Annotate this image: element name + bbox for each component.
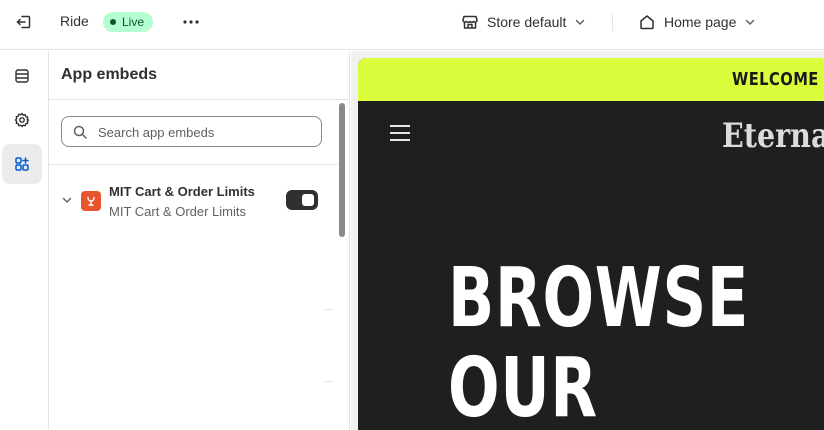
live-status-badge: Live (103, 12, 154, 32)
exit-button[interactable] (12, 11, 36, 33)
rail-app-embeds-button[interactable] (2, 144, 42, 184)
store-selector[interactable]: Store default (461, 10, 586, 34)
panel-scrollbar[interactable] (338, 101, 346, 430)
home-icon (640, 15, 654, 30)
chevron-down-icon (576, 19, 585, 25)
chevron-down-icon[interactable] (61, 194, 73, 206)
left-rail (0, 51, 49, 430)
search-icon (73, 125, 87, 139)
app-logo-icon (81, 191, 101, 211)
panel-header: App embeds (49, 51, 350, 100)
sections-icon (15, 69, 29, 83)
rail-theme-settings-button[interactable] (2, 100, 42, 140)
app-embeds-icon (15, 157, 29, 171)
divider-mark (325, 309, 333, 310)
top-bar: Ride Live Store default Home page (0, 0, 824, 50)
app-embed-title: MIT Cart & Order Limits (109, 184, 255, 199)
app-embed-toggle[interactable] (286, 190, 318, 210)
store-logo: Eternal (722, 116, 824, 156)
chevron-down-icon (746, 19, 755, 25)
panel-title: App embeds (61, 66, 158, 83)
search-field[interactable] (61, 116, 322, 147)
theme-name: Ride (60, 13, 89, 29)
app-embed-subtitle: MIT Cart & Order Limits (109, 204, 247, 219)
divider-mark (325, 381, 333, 382)
live-dot-icon (110, 19, 116, 25)
storefront-preview[interactable]: WELCOME TO Eternal BROWSE OUR (358, 58, 824, 430)
rail-sections-button[interactable] (2, 56, 42, 96)
exit-icon (16, 15, 31, 29)
hero-heading-line-1: BROWSE (448, 251, 750, 346)
hero-heading-line-2: OUR (448, 341, 598, 430)
toggle-knob (302, 194, 314, 206)
store-selector-label: Store default (487, 14, 567, 30)
search-input[interactable] (98, 122, 313, 142)
app-embeds-panel: App embeds MIT Cart & Order Limits MIT C… (49, 51, 350, 430)
more-actions-button[interactable] (178, 11, 204, 33)
page-selector-label: Home page (664, 14, 737, 30)
ellipsis-icon (183, 20, 199, 24)
top-bar-divider (612, 13, 613, 31)
gear-icon (14, 112, 30, 128)
store-icon (462, 15, 478, 29)
announcement-text: WELCOME TO (732, 69, 824, 90)
app-embed-item[interactable]: MIT Cart & Order Limits MIT Cart & Order… (49, 177, 338, 225)
live-status-label: Live (122, 15, 145, 29)
list-divider (49, 164, 338, 165)
announcement-bar: WELCOME TO (358, 58, 824, 101)
page-selector[interactable]: Home page (638, 10, 756, 34)
scrollbar-thumb[interactable] (339, 103, 345, 237)
menu-icon[interactable] (390, 125, 410, 141)
